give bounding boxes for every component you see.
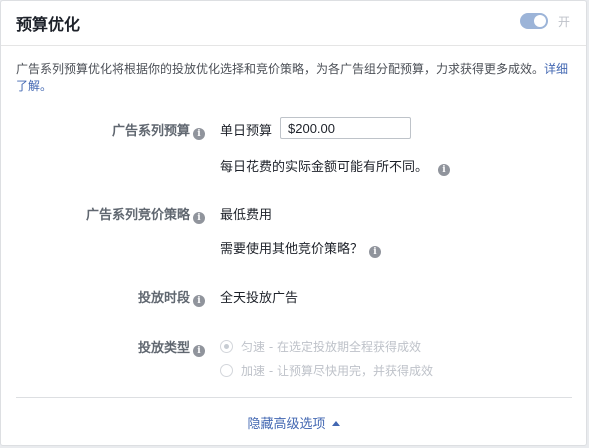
budget-note-text: 每日花费的实际金额可能有所不同。	[220, 160, 429, 175]
bid-strategy-label-row: 广告系列竞价策略 i	[1, 204, 205, 224]
description: 广告系列预算优化将根据你的投放优化选择和竞价策略，为各广告组分配预算，力求获得更…	[16, 61, 572, 95]
other-bid-strategy-text[interactable]: 需要使用其他竞价策略？	[220, 242, 363, 257]
schedule-label: 投放时段	[137, 291, 190, 306]
info-icon[interactable]: i	[193, 212, 205, 224]
budget-amount-input[interactable]	[280, 117, 411, 139]
delivery-option-standard[interactable]: 匀速 - 在选定投放期全程获得成效	[220, 338, 421, 355]
bid-strategy-value: 最低费用	[220, 208, 273, 223]
bid-strategy-label: 广告系列竞价策略	[85, 208, 190, 223]
info-icon[interactable]: i	[438, 164, 451, 176]
option-desc: - 在选定投放期全程获得成效	[265, 340, 421, 354]
info-icon[interactable]: i	[369, 246, 382, 258]
description-text: 广告系列预算优化将根据你的投放优化选择和竞价策略，为各广告组分配预算，力求获得更…	[16, 62, 545, 76]
delivery-type-label-row: 投放类型 i	[1, 337, 205, 357]
info-icon[interactable]: i	[193, 295, 205, 307]
radio-button[interactable]	[220, 364, 233, 377]
budget-optimization-toggle[interactable]	[520, 13, 548, 29]
card-header: 预算优化 开	[1, 1, 586, 46]
toggle-knob	[534, 15, 546, 27]
hide-advanced-options-link[interactable]: 隐藏高级选项	[1, 413, 586, 432]
toggle-state-label: 开	[557, 15, 570, 29]
divider	[16, 397, 572, 398]
budget-type: 单日预算	[220, 124, 273, 139]
option-name: 匀速	[241, 340, 266, 354]
radio-button[interactable]	[220, 340, 233, 353]
caret-up-icon	[331, 421, 340, 426]
budget-label-row: 广告系列预算 i	[1, 120, 205, 140]
delivery-type-label: 投放类型	[137, 341, 190, 356]
info-icon[interactable]: i	[193, 345, 205, 357]
other-bid-strategy[interactable]: 需要使用其他竞价策略？ i	[220, 238, 382, 258]
info-icon[interactable]: i	[193, 128, 205, 140]
option-name: 加速	[241, 364, 266, 378]
budget-optimization-card: 预算优化 开 广告系列预算优化将根据你的投放优化选择和竞价策略，为各广告组分配预…	[0, 0, 587, 446]
delivery-option-accelerated[interactable]: 加速 - 让预算尽快用完，并获得成效	[220, 362, 433, 379]
hide-advanced-label[interactable]: 隐藏高级选项	[247, 417, 325, 432]
schedule-label-row: 投放时段 i	[1, 287, 205, 307]
budget-label: 广告系列预算	[111, 124, 190, 139]
option-desc: - 让预算尽快用完，并获得成效	[265, 364, 433, 378]
card-title: 预算优化	[16, 15, 81, 34]
budget-note: 每日花费的实际金额可能有所不同。 i	[220, 156, 451, 176]
schedule-value: 全天投放广告	[220, 291, 299, 306]
